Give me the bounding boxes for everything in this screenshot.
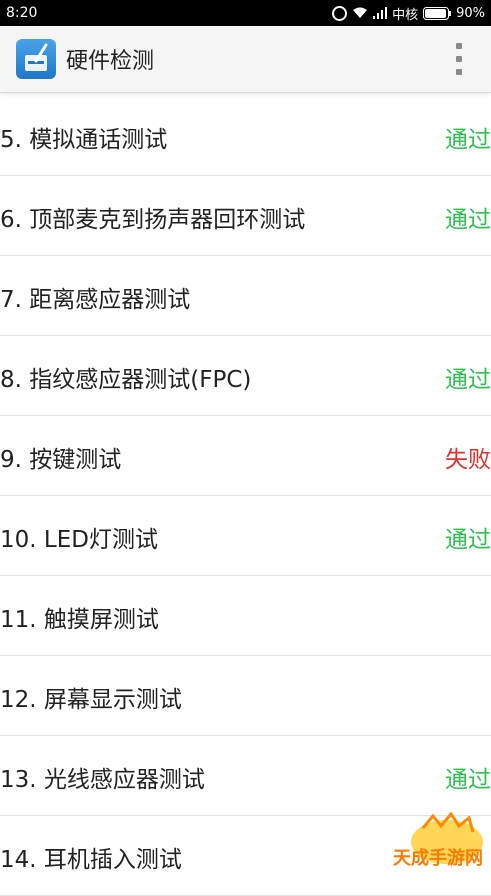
test-status: 通过 (445, 207, 491, 233)
test-list: 5. 模拟通话测试 通过 6. 顶部麦克到扬声器回环测试 通过 7. 距离感应器测试 8.… (0, 96, 491, 896)
test-status: 通过 (445, 367, 491, 393)
test-row[interactable]: 13. 光线感应器测试 通过 (0, 736, 491, 816)
test-row[interactable]: 5. 模拟通话测试 通过 (0, 96, 491, 176)
test-row[interactable]: 10. LED灯测试 通过 (0, 496, 491, 576)
test-label: 13. 光线感应器测试 (0, 767, 205, 793)
test-row[interactable]: 7. 距离感应器测试 (0, 256, 491, 336)
status-icons: 中核 90% (332, 4, 491, 23)
test-row[interactable]: 9. 按键测试 失败 (0, 416, 491, 496)
battery-percent: 90% (456, 5, 485, 21)
alarm-icon (332, 5, 348, 21)
signal-icon (373, 7, 388, 19)
app-bar: 硬件检测 (0, 26, 491, 93)
test-row[interactable]: 11. 触摸屏测试 (0, 576, 491, 656)
test-label: 12. 屏幕显示测试 (0, 687, 182, 713)
battery-icon (423, 6, 452, 20)
test-label: 5. 模拟通话测试 (0, 127, 168, 153)
test-label: 9. 按键测试 (0, 447, 122, 473)
status-bar: 8:20 中核 90% (0, 0, 491, 26)
watermark-logo: 天成手游网 (381, 808, 489, 874)
test-status: 通过 (445, 527, 491, 553)
test-row[interactable]: 8. 指纹感应器测试(FPC) 通过 (0, 336, 491, 416)
page-title: 硬件检测 (66, 49, 155, 74)
test-label: 6. 顶部麦克到扬声器回环测试 (0, 207, 306, 233)
carrier-label: 中核 (392, 7, 419, 23)
test-row[interactable]: 12. 屏幕显示测试 (0, 656, 491, 736)
test-label: 11. 触摸屏测试 (0, 607, 159, 633)
test-row[interactable]: 6. 顶部麦克到扬声器回环测试 通过 (0, 176, 491, 256)
status-time: 8:20 (6, 5, 38, 21)
test-status: 失败 (445, 447, 491, 473)
overflow-menu-icon[interactable] (455, 43, 463, 75)
test-label: 10. LED灯测试 (0, 527, 158, 553)
test-label: 14. 耳机插入测试 (0, 847, 182, 873)
test-status: 通过 (445, 127, 491, 153)
app-logo-icon (16, 39, 56, 79)
watermark-text: 天成手游网 (393, 848, 483, 869)
test-label: 8. 指纹感应器测试(FPC) (0, 367, 252, 393)
test-label: 7. 距离感应器测试 (0, 287, 191, 313)
wifi-icon (352, 7, 368, 19)
test-status: 通过 (445, 767, 491, 793)
